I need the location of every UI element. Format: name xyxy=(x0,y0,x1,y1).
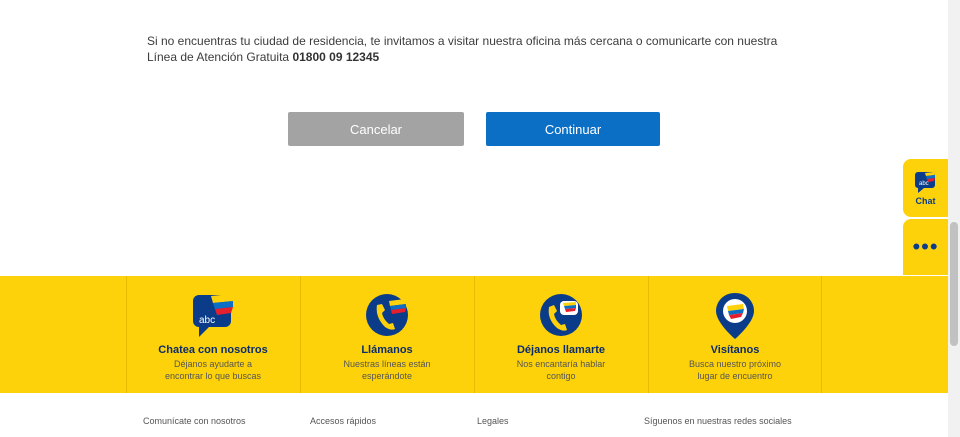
footer-link-legal[interactable]: Legales xyxy=(477,416,509,426)
toll-free-phone: 01800 09 12345 xyxy=(292,50,380,64)
scrollbar-track[interactable] xyxy=(948,0,960,437)
notice-line1: Si no encuentras tu ciudad de residencia… xyxy=(147,34,778,48)
footer-link-quick-access[interactable]: Accesos rápidos xyxy=(310,416,376,426)
ellipsis-icon: ••• xyxy=(912,234,939,259)
chat-bubble-icon: abc xyxy=(193,294,233,337)
side-more-button[interactable]: ••• xyxy=(903,219,948,275)
notice-line2-label: Línea de Atención Gratuita xyxy=(147,50,290,64)
card-title: Chatea con nosotros xyxy=(158,344,268,356)
contact-card-visit[interactable]: Visítanos Busca nuestro próximo lugar de… xyxy=(648,276,821,393)
chat-bubble-icon: abc xyxy=(914,172,935,193)
card-subtitle: Nuestras líneas están esperándote xyxy=(343,359,431,381)
side-chat-button[interactable]: abc Chat xyxy=(903,159,948,217)
contact-card-callback[interactable]: Déjanos llamarte Nos encantaría hablar c… xyxy=(474,276,647,393)
contact-card-call[interactable]: Llámanos Nuestras líneas están esperándo… xyxy=(300,276,473,393)
footer-side-mark xyxy=(128,420,132,437)
card-title: Déjanos llamarte xyxy=(516,344,606,356)
card-title: Visítanos xyxy=(710,344,760,356)
continue-button[interactable]: Continuar xyxy=(486,112,660,146)
card-subtitle: Déjanos ayudarte a encontrar lo que busc… xyxy=(164,359,262,381)
callback-icon xyxy=(540,294,582,336)
card-subtitle: Nos encantaría hablar contigo xyxy=(516,359,606,381)
contact-card-chat[interactable]: abc Chatea con nosotros Déjanos ayudarte… xyxy=(126,276,299,393)
card-subtitle: Busca nuestro próximo lugar de encuentro xyxy=(688,359,782,381)
scrollbar-thumb[interactable] xyxy=(950,222,958,346)
cancel-button[interactable]: Cancelar xyxy=(288,112,464,146)
card-chat-icon-text: abc xyxy=(199,315,215,326)
location-pin-icon xyxy=(716,293,754,339)
notice-text: Si no encuentras tu ciudad de residencia… xyxy=(147,33,787,65)
band-divider xyxy=(821,276,822,393)
side-chat-label: Chat xyxy=(915,196,936,206)
footer-link-contact[interactable]: Comunícate con nosotros xyxy=(143,416,246,426)
footer-link-social[interactable]: Síguenos en nuestras redes sociales xyxy=(644,416,792,426)
chat-icon-text: abc xyxy=(919,181,929,187)
card-title: Llámanos xyxy=(361,344,413,356)
phone-icon xyxy=(366,294,408,336)
